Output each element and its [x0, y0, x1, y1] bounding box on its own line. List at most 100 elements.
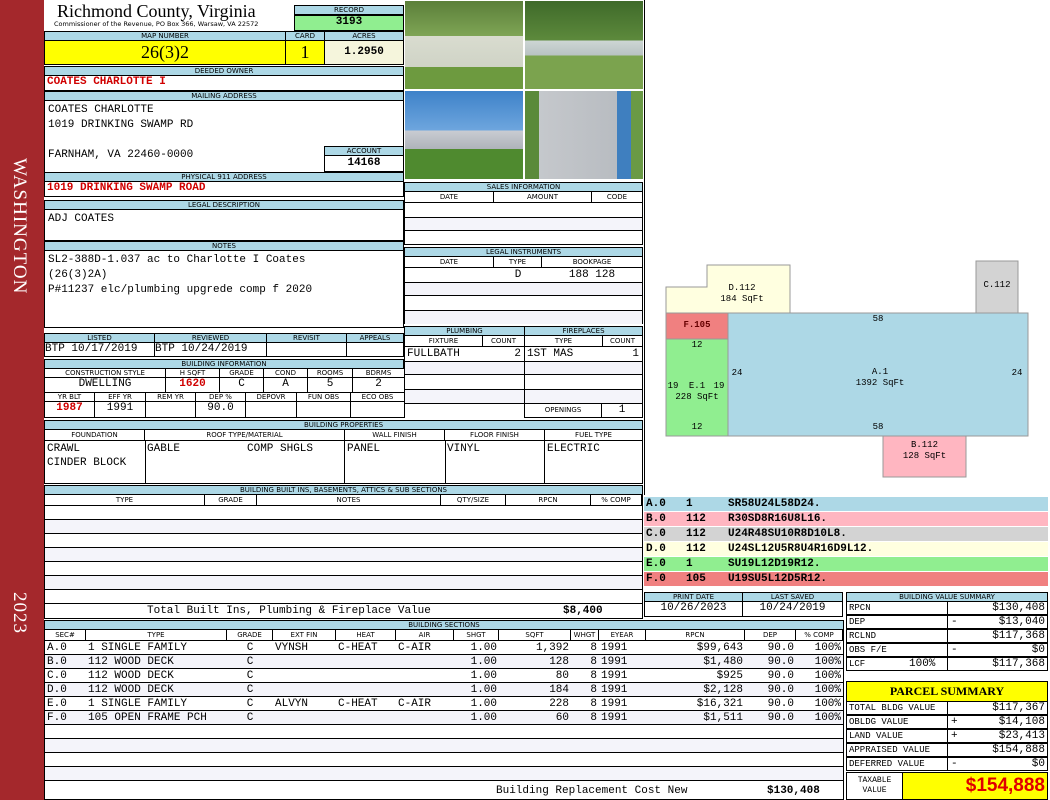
dim-e-right: 19	[713, 381, 725, 391]
foundation-1: CRAWL	[47, 443, 81, 455]
building-info-value: DWELLING	[44, 377, 166, 393]
note-line: P#11237 elc/plumbing upgrede comp f 2020	[48, 284, 313, 296]
fireplace-count: 1	[632, 348, 639, 360]
value-row-sign: -	[951, 644, 958, 656]
value-row-divider	[947, 644, 948, 656]
mailing-line-3: FARNHAM, VA 22460-0000	[48, 149, 194, 161]
record-number: 3193	[294, 15, 404, 31]
section-cell: E.0	[47, 698, 67, 710]
shape-area: 184 SqFt	[720, 294, 764, 304]
builtins-total-label: Total Built Ins, Plumbing & Fireplace Va…	[147, 605, 431, 617]
sketch-label-c: C.112	[983, 280, 1011, 290]
value-row-sign: +	[951, 730, 958, 742]
sales-row	[405, 217, 642, 231]
shape-area: 1392 SqFt	[855, 378, 905, 388]
property-photo-1[interactable]	[404, 0, 524, 90]
value-row-label: OBS F/E	[849, 645, 887, 655]
sketch-record: A.0 1 SR58U24L58D24.	[644, 497, 1048, 512]
taxable-value: $154,888	[902, 772, 1048, 800]
value-row-sign: +	[951, 716, 958, 728]
builtins-row	[45, 534, 642, 548]
section-cell: 100%	[814, 670, 841, 682]
building-info-value	[350, 401, 405, 418]
section-cell: 1.00	[470, 656, 497, 668]
section-cell: 100%	[814, 642, 841, 654]
section-row: D.0 112 WOOD DECK C 1.00 184 8 1991 $2,128 90.0 1…	[45, 683, 843, 697]
sketch-record-path: U19SU5L12D5R12.	[728, 573, 828, 585]
builtins-row	[45, 562, 642, 576]
value-row-divider	[947, 602, 948, 614]
section-cell: 128	[549, 656, 569, 668]
sketch-record: D.0 112 U24SL12U5R8U4R16D9L12.	[644, 542, 1048, 557]
section-cell: C	[246, 684, 254, 696]
value-row-value: $130,408	[992, 602, 1045, 614]
value-row: OBLDG VALUE + $14,108	[846, 715, 1048, 729]
sections-col: SQFT	[499, 630, 571, 641]
section-cell: ALVYN	[275, 698, 309, 710]
section-cell: 100%	[814, 684, 841, 696]
builtins-row	[45, 520, 642, 534]
account-number: 14168	[324, 155, 404, 172]
builtins-row	[45, 548, 642, 562]
section-cell: $99,643	[696, 642, 743, 654]
note-line: SL2-388D-1.037 ac to Charlotte I Coates	[48, 254, 306, 266]
section-row: A.0 1 SINGLE FAMILY C VYNSH C-HEAT C-AIR 1.00 1…	[45, 641, 843, 655]
section-cell: 90.0	[767, 698, 794, 710]
section-row	[45, 753, 843, 767]
value-row-label: APPRAISED VALUE	[849, 745, 931, 755]
instr-col-date: DATE	[405, 257, 494, 268]
fixture-value: FULLBATH	[407, 348, 460, 360]
builtins-row	[45, 506, 642, 520]
sections-col: TYPE	[86, 630, 227, 641]
section-cell: 1991	[601, 656, 628, 668]
sketch-record-sec: C.0	[646, 528, 666, 540]
property-photo-4[interactable]	[524, 90, 644, 180]
dim-e-left: 19	[667, 381, 679, 391]
section-cell: 90.0	[767, 684, 794, 696]
property-photo-3[interactable]	[404, 90, 524, 180]
builtins-col: QTY/SIZE	[441, 495, 506, 506]
notes-box: SL2-388D-1.037 ac to Charlotte I Coates …	[44, 250, 404, 328]
mailing-line-2: 1019 DRINKING SWAMP RD	[48, 119, 194, 131]
fp-count-col: COUNT	[603, 336, 642, 347]
building-info-value	[245, 401, 297, 418]
sections-col: EXT FIN	[273, 630, 336, 641]
plumb-count-col: COUNT	[483, 336, 524, 347]
section-cell: 8	[590, 656, 597, 668]
sections-col: % COMP	[796, 630, 843, 641]
section-row	[45, 767, 843, 781]
sketch-record-code: 1	[686, 498, 693, 510]
sections-rows: A.0 1 SINGLE FAMILY C VYNSH C-HEAT C-AIR 1.00 1…	[45, 641, 843, 781]
sketch-record: F.0 105 U19SU5L12D5R12.	[644, 572, 1048, 587]
sections-col: SHGT	[454, 630, 499, 641]
value-row: DEP - $13,040	[846, 615, 1048, 629]
section-cell: 90.0	[767, 642, 794, 654]
building-info-value: 5	[307, 377, 353, 393]
value-row: TOTAL BLDG VALUE $117,367	[846, 701, 1048, 715]
wall-col: WALL FINISH	[345, 430, 445, 441]
floor-finish: VINYL	[447, 443, 481, 455]
sketch-area[interactable]: D.112 184 SqFt C.112 F.105 A.1 1392 SqFt E…	[644, 0, 1050, 495]
sketch-record-code: 112	[686, 513, 706, 525]
value-row-value: $13,040	[998, 616, 1045, 628]
section-cell: C	[246, 642, 254, 654]
foundation-2: CINDER BLOCK	[47, 457, 127, 469]
builtins-row	[45, 576, 642, 590]
property-photo-2[interactable]	[524, 0, 644, 90]
sketch-record-sec: A.0	[646, 498, 666, 510]
builtins-col: % COMP	[591, 495, 642, 506]
sketch-record-sec: F.0	[646, 573, 666, 585]
building-sections-table: SEC# TYPE GRADE EXT FIN HEAT AIR SHGT SQFT WHGT E…	[44, 629, 844, 800]
sketch-label-a: A.1 1392 SqFt	[805, 367, 955, 389]
section-cell: C.0	[47, 670, 67, 682]
section-cell: 112 WOOD DECK	[88, 670, 174, 682]
dim-e-top: 12	[691, 340, 703, 350]
office-address: Commissioner of the Revenue, PO Box 366,…	[54, 20, 259, 28]
instr-row	[405, 282, 642, 296]
building-properties-table: FOUNDATION ROOF TYPE/MATERIAL WALL FINIS…	[44, 429, 643, 484]
section-cell: 1 SINGLE FAMILY	[88, 642, 188, 654]
last-saved: 10/24/2019	[742, 601, 843, 617]
fireplace-row	[525, 361, 642, 375]
value-row-sign: -	[951, 758, 958, 770]
instr-bookpage: 188 128	[568, 269, 616, 281]
